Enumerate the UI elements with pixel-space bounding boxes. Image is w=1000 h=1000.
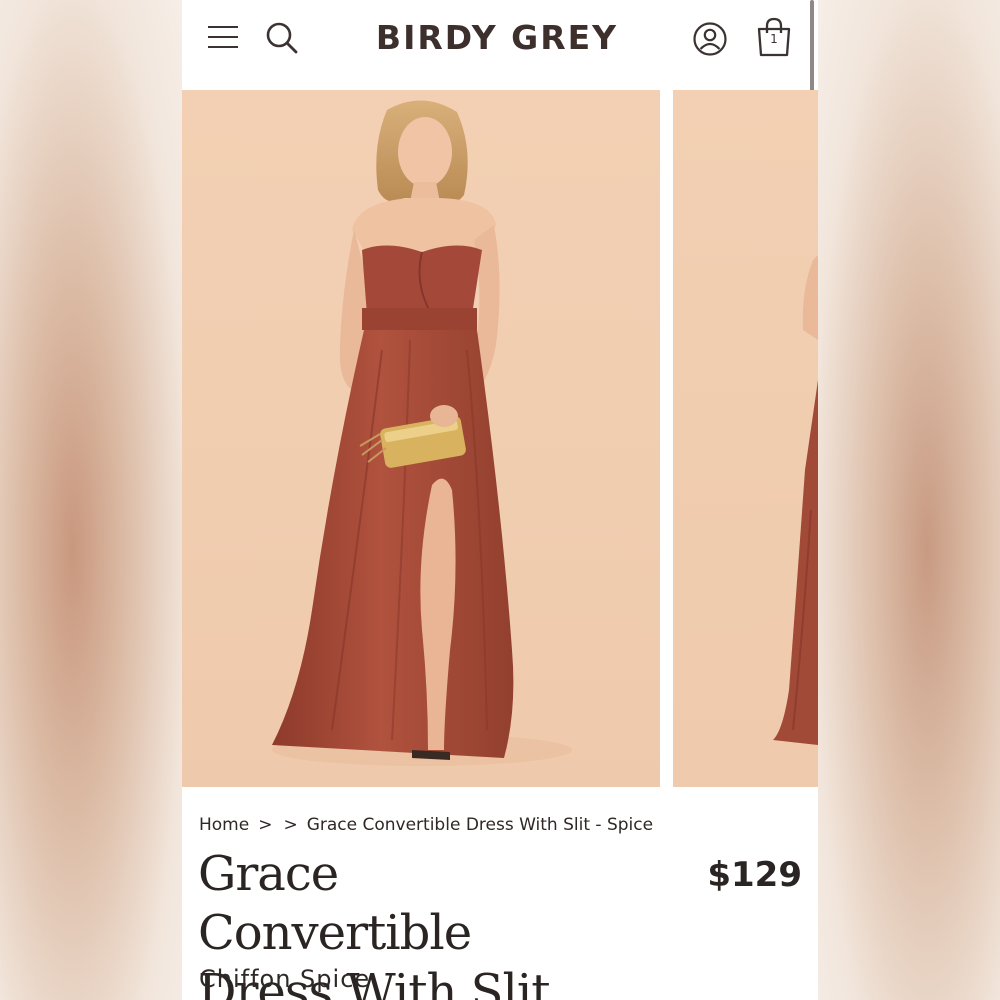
product-title-line-1: Grace Convertible — [198, 846, 472, 961]
product-price: $129 — [707, 855, 802, 895]
brand-logo[interactable]: BIRDY GREY — [372, 18, 622, 57]
menu-icon[interactable] — [208, 26, 240, 50]
product-image-main[interactable] — [182, 90, 660, 787]
breadcrumb-current: Grace Convertible Dress With Slit - Spic… — [306, 815, 654, 835]
product-details: Home > > Grace Convertible Dress With Slit … — [182, 787, 818, 1000]
breadcrumb-separator: > — [283, 815, 298, 835]
search-icon[interactable] — [264, 20, 300, 56]
model-partial-illustration — [773, 255, 818, 745]
breadcrumb-home-link[interactable]: Home — [199, 815, 249, 835]
account-icon[interactable] — [692, 21, 728, 57]
site-header: BIRDY GREY 1 — [182, 0, 818, 106]
breadcrumb-separator: > — [258, 815, 273, 835]
model-in-dress-illustration — [272, 100, 572, 766]
mobile-screen: BIRDY GREY 1 Home > > Grace Convertible … — [182, 0, 818, 1000]
product-image-next[interactable] — [673, 90, 818, 787]
background-blur-right — [818, 0, 1000, 1000]
breadcrumb: Home > > Grace Convertible Dress With Slit … — [199, 815, 653, 835]
product-subtitle: Chiffon Spice — [199, 965, 371, 993]
background-blur-left — [0, 0, 182, 1000]
product-image-gallery[interactable] — [182, 90, 818, 787]
cart-count-badge: 1 — [770, 32, 778, 46]
